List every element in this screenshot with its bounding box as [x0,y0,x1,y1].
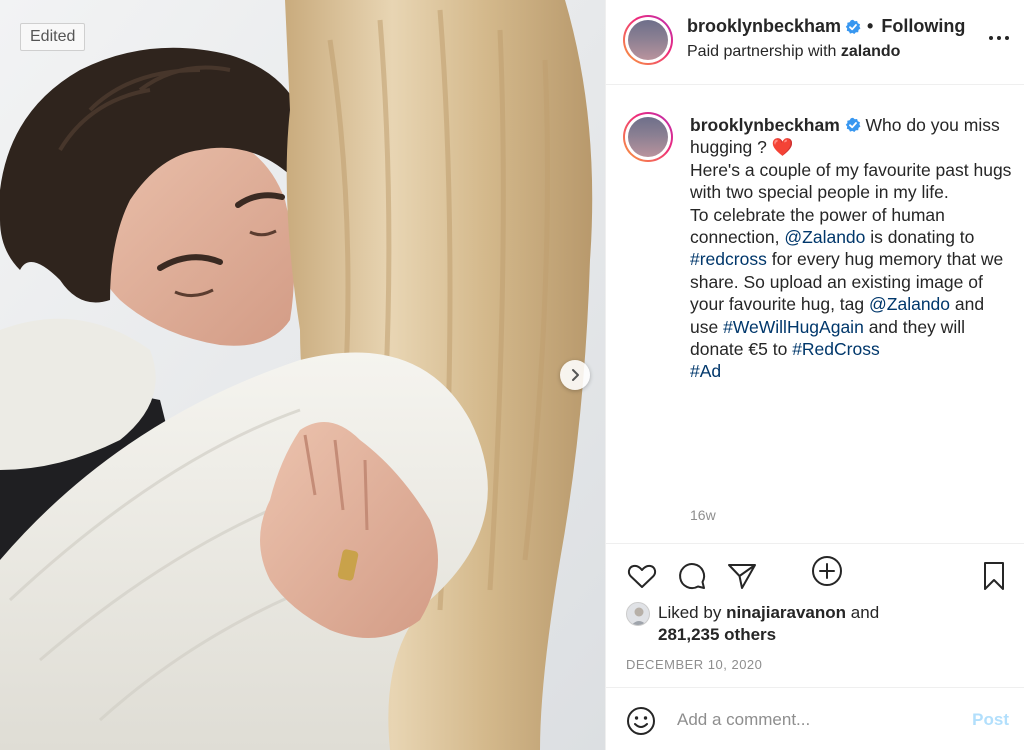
header-separator: • [867,16,874,36]
post-age[interactable]: 16w [690,507,716,523]
save-button[interactable] [978,560,1010,592]
post-side-panel: brooklynbeckham • Following Paid partner… [605,0,1024,750]
heart-icon [627,564,657,588]
verified-badge-icon [845,117,861,133]
liked-and: and [850,603,880,622]
heart-emoji: ❤️ [771,137,794,158]
post-comment-button[interactable]: Post [972,710,1009,730]
hashtag-redcross[interactable]: #redcross [690,249,767,269]
bookmark-icon [984,562,1004,590]
following-button[interactable]: Following [881,16,965,37]
partner-link[interactable]: zalando [841,43,901,60]
comment-input[interactable] [677,708,947,732]
hashtag-wewillhugagain[interactable]: #WeWillHugAgain [723,317,864,337]
chevron-right-icon [572,369,579,381]
like-button[interactable] [626,560,658,592]
more-options-icon[interactable] [986,28,1012,48]
likes-count[interactable]: 281,235 others [658,625,776,644]
comment-icon [679,563,706,590]
share-button[interactable] [726,560,758,592]
hashtag-ad[interactable]: #Ad [690,361,721,381]
comment-button[interactable] [676,560,708,592]
header-username[interactable]: brooklynbeckham [687,16,841,37]
next-photo-button[interactable] [560,360,590,390]
caption-area: brooklynbeckham Who do you miss hugging … [606,85,1024,586]
hashtag-redcross-2[interactable]: #RedCross [792,339,880,359]
post-photo[interactable]: Edited [0,0,605,750]
caption-avatar[interactable] [623,112,673,162]
post-caption: brooklynbeckham Who do you miss hugging … [690,114,1015,383]
avatar[interactable] [623,15,673,65]
hug-photo-illustration [0,0,605,750]
liked-by-text: Liked by ninajiaravanon and 281,235 othe… [658,602,879,646]
smiley-icon [627,707,655,735]
header-user-row: brooklynbeckham • Following [687,16,965,37]
mention-zalando-2[interactable]: @Zalando [869,294,950,314]
post-header: brooklynbeckham • Following Paid partner… [606,0,1024,85]
post-actions: Liked by ninajiaravanon and 281,235 othe… [606,543,1024,693]
caption-username[interactable]: brooklynbeckham [690,115,840,135]
liked-by-user[interactable]: ninajiaravanon [726,603,846,622]
liked-by-row: Liked by ninajiaravanon and 281,235 othe… [626,602,879,646]
mention-zalando[interactable]: @Zalando [784,227,865,247]
paid-partnership-prefix: Paid partnership with [687,43,837,60]
paid-partnership-label: Paid partnership with zalando [687,43,900,61]
caption-line2: Here's a couple of my favourite past hug… [690,159,1012,203]
post-date[interactable]: DECEMBER 10, 2020 [626,657,762,672]
caption-line3b: is donating to [870,227,975,248]
verified-badge-icon [845,19,861,35]
edited-badge: Edited [20,23,86,51]
emoji-picker-button[interactable] [626,706,656,736]
liked-prefix: Liked by [658,603,722,622]
comment-bar: Post [606,687,1024,750]
share-icon [728,564,756,589]
liked-by-avatar[interactable] [626,602,650,626]
